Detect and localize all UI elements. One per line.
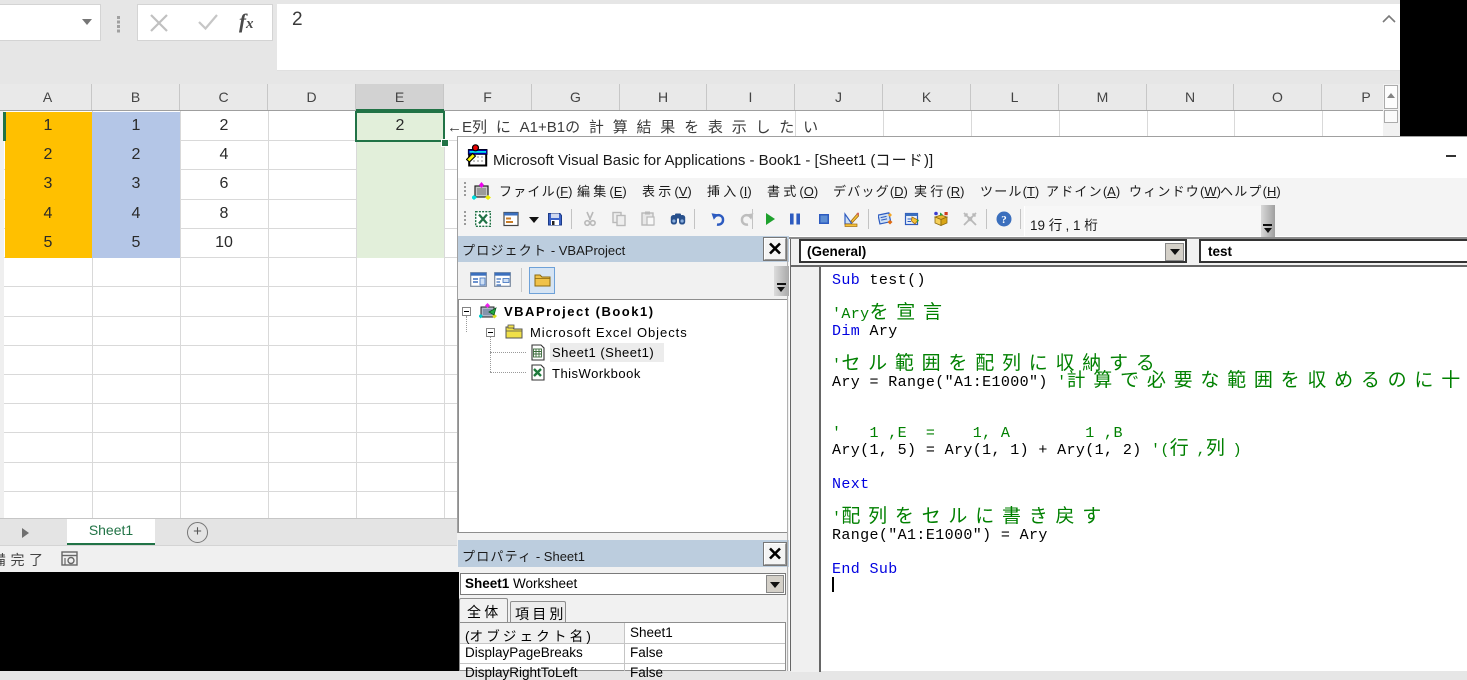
svg-text:?: ? — [1001, 214, 1007, 226]
